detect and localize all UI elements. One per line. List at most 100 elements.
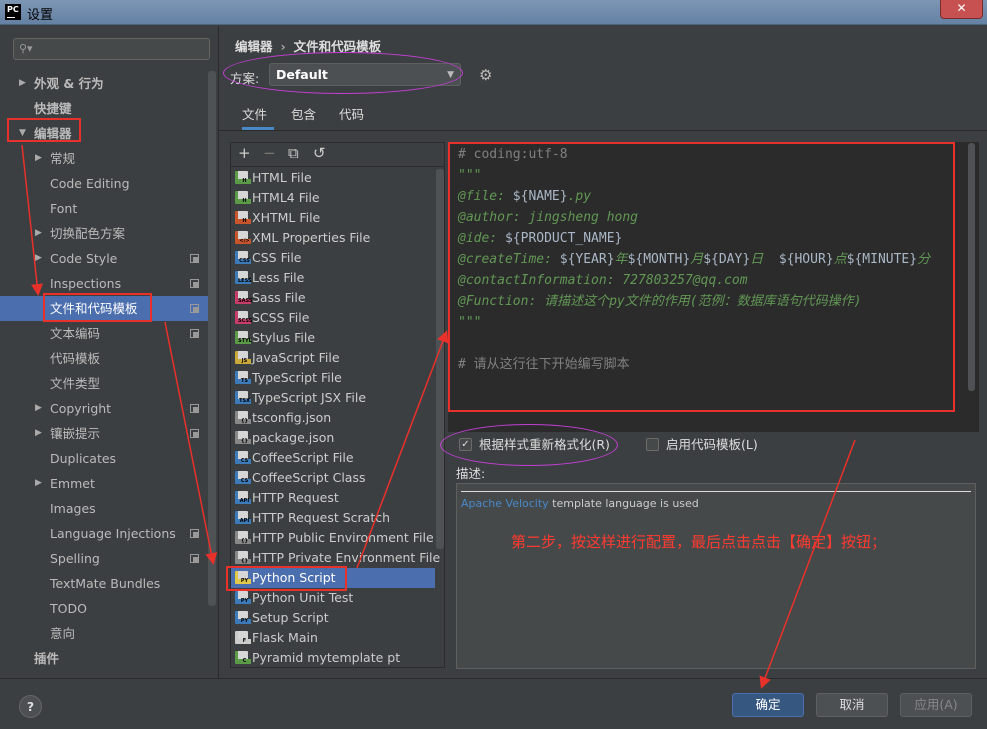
- template-list-item[interactable]: SCSS SCSS File: [231, 308, 435, 328]
- template-list-item[interactable]: TSX TypeScript JSX File: [231, 388, 435, 408]
- sidebar-item[interactable]: Code Editing: [0, 171, 208, 196]
- template-list-item[interactable]: LESS Less File: [231, 268, 435, 288]
- sidebar-scrollbar[interactable]: [208, 71, 216, 606]
- close-button[interactable]: ✕: [940, 0, 983, 19]
- file-type-tag: JS: [238, 359, 251, 364]
- cancel-button[interactable]: 取消: [816, 693, 888, 717]
- template-list-item[interactable]: STYL Stylus File: [231, 328, 435, 348]
- sidebar-item[interactable]: ▶ Emmet: [0, 471, 208, 496]
- velocity-link[interactable]: Apache Velocity: [461, 497, 549, 510]
- copy-icon[interactable]: ⧉: [288, 144, 299, 162]
- sidebar-item-label: Images: [50, 501, 96, 516]
- gear-icon[interactable]: ⚙: [479, 66, 492, 84]
- template-name: HTTP Public Environment File: [252, 530, 434, 545]
- sidebar-item-label: 插件: [34, 651, 60, 666]
- chevron-right-icon[interactable]: ▶: [19, 71, 26, 96]
- template-list-item[interactable]: TS TypeScript File: [231, 368, 435, 388]
- sidebar-item[interactable]: ▶ 镶嵌提示: [0, 421, 208, 446]
- template-list-item[interactable]: F Flask Main: [231, 628, 435, 648]
- template-list-item[interactable]: C Pyramid mytemplate pt: [231, 648, 435, 668]
- template-list-item[interactable]: API HTTP Request: [231, 488, 435, 508]
- template-list-item[interactable]: {} HTTP Public Environment File: [231, 528, 435, 548]
- file-type-tag: C: [238, 659, 251, 664]
- coffee-icon: CS: [235, 451, 251, 464]
- sidebar-item[interactable]: Duplicates: [0, 446, 208, 471]
- sidebar-item[interactable]: ▶ Copyright: [0, 396, 208, 421]
- template-list-item[interactable]: CS CoffeeScript Class: [231, 468, 435, 488]
- remove-icon[interactable]: −: [263, 144, 276, 162]
- sidebar-item[interactable]: ▶ 切换配色方案: [0, 221, 208, 246]
- sidebar-item[interactable]: TODO: [0, 596, 208, 621]
- highlight-scheme: [223, 52, 463, 94]
- chevron-right-icon[interactable]: ▶: [35, 471, 42, 496]
- sidebar-item-label: Emmet: [50, 476, 95, 491]
- settings-search-input[interactable]: ⚲▾: [13, 38, 210, 60]
- file-type-tag: H: [238, 219, 251, 224]
- sidebar-item[interactable]: 意向: [0, 621, 208, 646]
- sidebar-item-label: 文件类型: [50, 376, 101, 391]
- file-type-tag: CS: [238, 479, 251, 484]
- template-list-item[interactable]: PY Python Unit Test: [231, 588, 435, 608]
- file-type-tag: PY: [238, 599, 251, 604]
- file-type-tag: API: [238, 518, 251, 524]
- template-list-item[interactable]: CS CoffeeScript File: [231, 448, 435, 468]
- ok-button[interactable]: 确定: [732, 693, 804, 717]
- chevron-right-icon[interactable]: ▶: [35, 146, 42, 171]
- sidebar-item[interactable]: TextMate Bundles: [0, 571, 208, 596]
- sidebar-item[interactable]: 文件类型: [0, 371, 208, 396]
- html-icon: H: [235, 171, 251, 184]
- live-template-label: 启用代码模板(L): [666, 437, 758, 452]
- file-type-tag: CS: [238, 459, 251, 464]
- file-type-tag: API: [238, 498, 251, 504]
- sidebar-item[interactable]: Language Injections: [0, 521, 208, 546]
- html-icon: H: [235, 191, 251, 204]
- template-list-item[interactable]: </> XML Properties File: [231, 228, 435, 248]
- chevron-right-icon[interactable]: ▶: [35, 421, 42, 446]
- sidebar-item[interactable]: Spelling: [0, 546, 208, 571]
- template-list-item[interactable]: API HTTP Request Scratch: [231, 508, 435, 528]
- sidebar-item[interactable]: Images: [0, 496, 208, 521]
- template-list-item[interactable]: JS JavaScript File: [231, 348, 435, 368]
- project-scope-icon: [190, 404, 199, 413]
- chevron-right-icon[interactable]: ▶: [35, 396, 42, 421]
- js-icon: JS: [235, 351, 251, 364]
- template-name: tsconfig.json: [252, 410, 332, 425]
- sidebar-item[interactable]: ▶ 外观 & 行为: [0, 71, 208, 96]
- reset-icon[interactable]: ↺: [313, 144, 326, 162]
- sidebar-item[interactable]: ▶ Code Style: [0, 246, 208, 271]
- project-scope-icon: [190, 329, 199, 338]
- tab-files[interactable]: 文件: [242, 102, 274, 130]
- sidebar-item[interactable]: 代码模板: [0, 346, 208, 371]
- dialog-footer: ? 确定 取消 应用(A): [0, 678, 987, 729]
- template-list-item[interactable]: CSS CSS File: [231, 248, 435, 268]
- template-list-item[interactable]: PY Setup Script: [231, 608, 435, 628]
- template-name: CoffeeScript Class: [252, 470, 366, 485]
- sidebar-item[interactable]: ▶ 常规: [0, 146, 208, 171]
- list-scrollbar[interactable]: [436, 169, 444, 549]
- project-scope-icon: [190, 529, 199, 538]
- chevron-right-icon[interactable]: ▶: [35, 221, 42, 246]
- sidebar-item-label: Code Style: [50, 251, 118, 266]
- tab-includes[interactable]: 包含: [291, 102, 321, 130]
- template-list-item[interactable]: H XHTML File: [231, 208, 435, 228]
- sidebar-item[interactable]: Font: [0, 196, 208, 221]
- template-list-item[interactable]: {} tsconfig.json: [231, 408, 435, 428]
- editor-scrollbar[interactable]: [968, 143, 975, 391]
- tab-code[interactable]: 代码: [339, 102, 369, 130]
- window-title: 设置: [27, 8, 54, 23]
- help-button[interactable]: ?: [19, 695, 42, 718]
- apply-button[interactable]: 应用(A): [900, 693, 972, 717]
- add-icon[interactable]: +: [238, 144, 251, 162]
- template-list-item[interactable]: {} package.json: [231, 428, 435, 448]
- sidebar-item[interactable]: 插件: [0, 646, 208, 671]
- template-list-item[interactable]: H HTML4 File: [231, 188, 435, 208]
- sidebar-item-label: Copyright: [50, 401, 112, 416]
- template-list-item[interactable]: SASS Sass File: [231, 288, 435, 308]
- sass-icon: SASS: [235, 291, 252, 304]
- sidebar-item[interactable]: 文本编码: [0, 321, 208, 346]
- sidebar-item-label: 外观 & 行为: [34, 76, 104, 91]
- template-list-item[interactable]: {} HTTP Private Environment File: [231, 548, 440, 568]
- sidebar-item-label: Language Injections: [50, 526, 176, 541]
- template-list-item[interactable]: H HTML File: [231, 168, 435, 188]
- chevron-right-icon[interactable]: ▶: [35, 246, 42, 271]
